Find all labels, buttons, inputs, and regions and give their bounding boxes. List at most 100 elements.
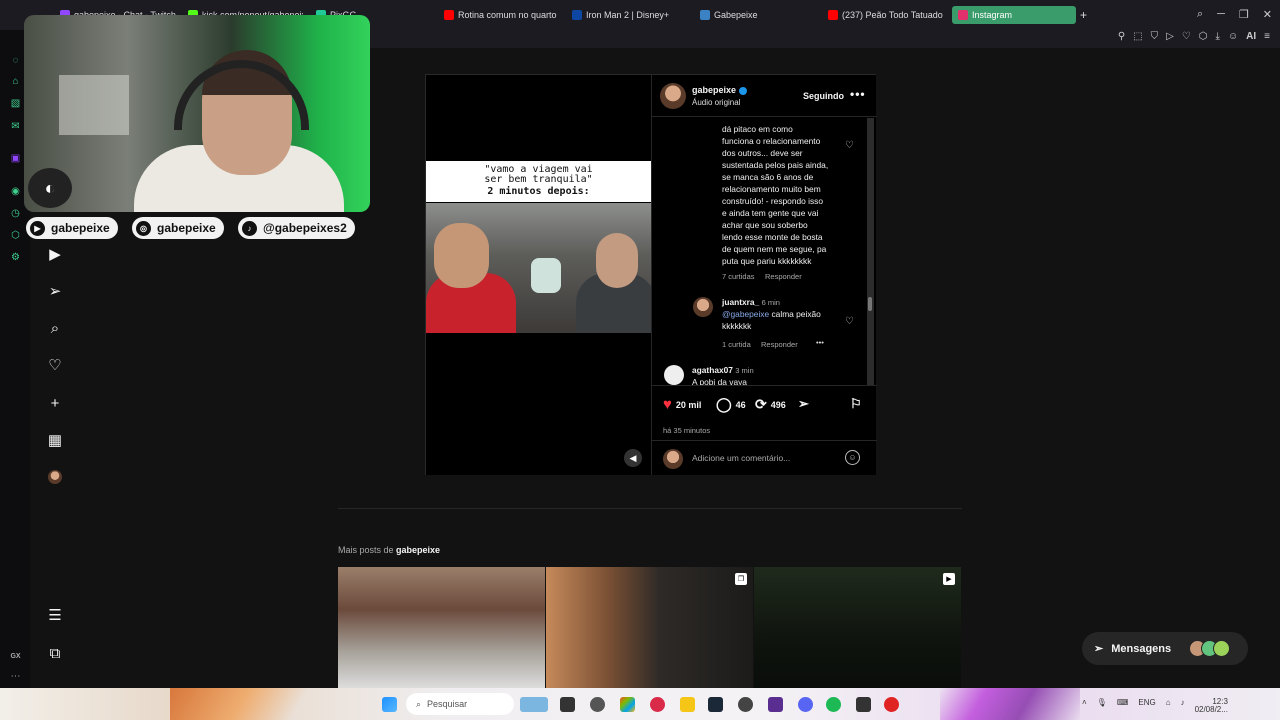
clock[interactable]: 12:3 02/08/2...	[1195, 698, 1228, 714]
pin-icon[interactable]: ⚲	[1118, 31, 1125, 42]
repost-button[interactable]: ⟳ 496	[755, 396, 786, 413]
minimize-icon[interactable]: ─	[1217, 8, 1225, 21]
more-post-thumbnail[interactable]: ▶	[754, 567, 961, 688]
taskbar-search[interactable]: ⌕ Pesquisar	[406, 693, 514, 715]
comment-icon: ◯	[716, 396, 732, 412]
more-icon[interactable]: ⋯	[9, 670, 22, 683]
comments-scrollbar[interactable]	[867, 118, 874, 385]
gx-mail-icon[interactable]: ✉	[9, 120, 22, 133]
windows-start-icon[interactable]	[382, 697, 397, 712]
language-indicator[interactable]: ENG	[1138, 698, 1155, 714]
volume-icon[interactable]: ◀	[624, 449, 642, 467]
mic-icon[interactable]: 🎙	[1097, 698, 1107, 714]
youtube-icon	[444, 10, 454, 20]
opera-gx-icon[interactable]	[650, 697, 665, 712]
history-icon[interactable]: ◷	[9, 207, 22, 220]
like-button[interactable]: ♥ 20 mil	[663, 396, 701, 413]
post-modal: "vamo a viagem vai ser bem tranquila" 2 …	[425, 74, 877, 475]
share-icon[interactable]: ➢	[798, 396, 809, 412]
reels-icon[interactable]: ▶	[46, 245, 64, 263]
file-explorer-icon[interactable]	[680, 697, 695, 712]
tab-youtube-peao[interactable]: (237) Peão Todo Tatuado...	[828, 6, 943, 24]
messages-icon[interactable]: ➢	[46, 282, 64, 300]
volume-icon[interactable]: ♪	[1181, 698, 1185, 714]
comment-more-icon[interactable]: •••	[816, 338, 824, 347]
gx-control-icon[interactable]: ◌	[9, 54, 22, 67]
commenter-avatar[interactable]	[664, 365, 684, 385]
app-icon[interactable]	[738, 697, 753, 712]
search-icon[interactable]: ⌕	[46, 319, 64, 337]
settings-icon[interactable]: ⚙	[9, 251, 22, 264]
twitch-icon[interactable]: ▣	[9, 152, 22, 165]
app-icon[interactable]	[856, 697, 871, 712]
window-controls: ⌕ ─ ❐ ✕	[1197, 8, 1272, 21]
notifications-heart-icon[interactable]: ♡	[46, 356, 64, 374]
widgets-icon[interactable]	[520, 697, 548, 712]
spotify-icon[interactable]	[826, 697, 841, 712]
menu-icon[interactable]: ≡	[1264, 31, 1270, 42]
snapshot-icon[interactable]: ⬚	[1133, 31, 1142, 42]
comment-likes[interactable]: 7 curtidas	[722, 272, 755, 281]
video-frame	[426, 203, 651, 333]
gx-store-icon[interactable]: ⌂	[9, 75, 22, 88]
gx-label: GX	[10, 653, 21, 660]
social-tiktok: ♪ @gabepeixes2	[238, 217, 355, 239]
also-from-meta-icon[interactable]: ⧉	[46, 644, 64, 662]
reel-video[interactable]: "vamo a viagem vai ser bem tranquila" 2 …	[426, 75, 651, 475]
tab-instagram[interactable]: Instagram	[952, 6, 1076, 24]
webcam-overlay	[24, 15, 370, 212]
more-post-thumbnail[interactable]: ❐	[546, 567, 753, 688]
profile-icon[interactable]: ☺	[1228, 31, 1238, 42]
extensions-icon[interactable]: ⬡	[9, 229, 22, 242]
app-icon[interactable]	[620, 697, 635, 712]
create-plus-icon[interactable]: +	[46, 394, 64, 412]
discord-icon[interactable]	[798, 697, 813, 712]
author-avatar[interactable]	[660, 83, 686, 109]
tab-disney[interactable]: Iron Man 2 | Disney+	[572, 6, 687, 24]
commenter-avatar[interactable]	[693, 297, 713, 317]
app-icon[interactable]	[884, 697, 899, 712]
author-username[interactable]: gabepeixe	[692, 85, 748, 95]
save-bookmark-icon[interactable]: ⚐	[850, 396, 862, 412]
comment-button[interactable]: ◯ 46	[716, 396, 746, 413]
gx-player-icon[interactable]: ◉	[9, 185, 22, 198]
tab-youtube-rotina[interactable]: Rotina comum no quarto n...	[444, 6, 559, 24]
more-options-icon[interactable]: •••	[850, 87, 866, 101]
audio-label[interactable]: Áudio original	[692, 98, 740, 107]
comment-likes[interactable]: 1 curtida	[722, 340, 751, 349]
heart-icon[interactable]: ♡	[1182, 31, 1191, 42]
profile-avatar[interactable]	[46, 468, 64, 486]
reply-button[interactable]: Responder	[765, 272, 802, 281]
search-icon[interactable]: ⌕	[1197, 8, 1203, 21]
network-icon[interactable]: ⌂	[1166, 698, 1171, 714]
steam-icon[interactable]	[708, 697, 723, 712]
gx-corner-icon[interactable]: ▧	[9, 97, 22, 110]
more-post-thumbnail[interactable]	[338, 567, 545, 688]
task-view-icon[interactable]	[560, 697, 575, 712]
comment-input[interactable]: Adicione um comentário...	[692, 453, 790, 463]
emoji-icon[interactable]: ☺	[845, 450, 860, 465]
download-icon[interactable]: ⤓	[1216, 31, 1220, 42]
app-icon[interactable]	[768, 697, 783, 712]
shield-icon[interactable]: ⛉	[1151, 31, 1159, 42]
dashboard-icon[interactable]: ▦	[46, 431, 64, 449]
close-icon[interactable]: ✕	[1263, 8, 1272, 21]
following-button[interactable]: Seguindo	[803, 91, 844, 101]
messages-button[interactable]: ➢ Mensagens	[1082, 632, 1248, 665]
like-comment-icon[interactable]: ♡	[845, 316, 854, 327]
more-menu-icon[interactable]: ☰	[46, 606, 64, 624]
ai-button[interactable]: AI	[1246, 31, 1256, 42]
tab-gabepeixe[interactable]: Gabepeixe	[700, 6, 815, 24]
comments-scroll-thumb[interactable]	[868, 297, 872, 311]
chevron-up-icon[interactable]: ˄	[1082, 698, 1087, 714]
like-comment-icon[interactable]: ♡	[845, 140, 854, 151]
instagram-icon	[958, 10, 968, 20]
extensions-icon[interactable]: ⬡	[1199, 31, 1208, 42]
app-icon[interactable]	[590, 697, 605, 712]
new-tab-button[interactable]: +	[1080, 6, 1087, 24]
instagram-icon: ◎	[136, 220, 151, 236]
play-icon[interactable]: ▷	[1166, 31, 1174, 42]
reply-button[interactable]: Responder	[761, 340, 798, 349]
restore-icon[interactable]: ❐	[1239, 8, 1249, 21]
keyboard-icon[interactable]: ⌨	[1117, 698, 1129, 714]
